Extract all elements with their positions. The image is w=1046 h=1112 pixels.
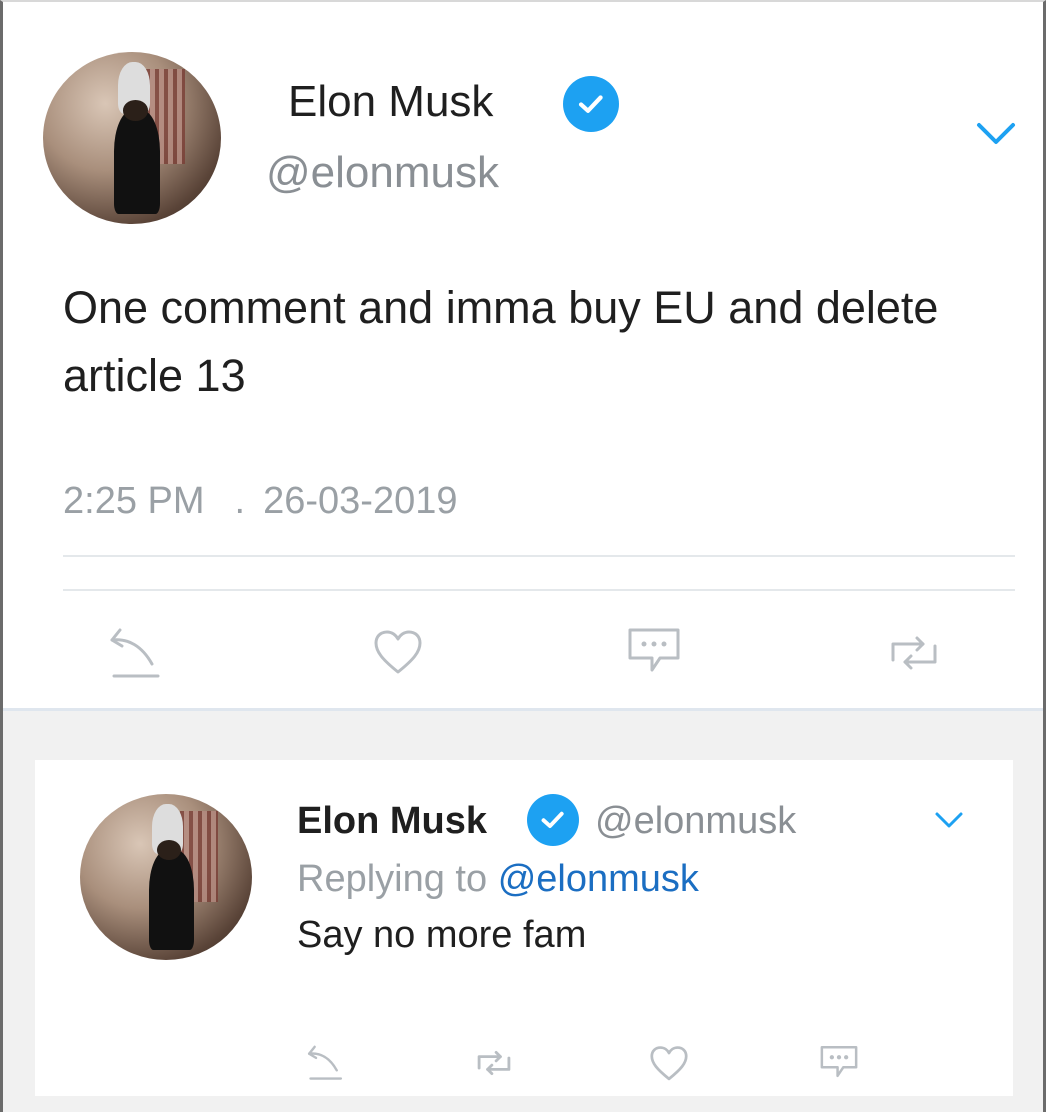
comment-icon[interactable] — [626, 626, 682, 678]
replying-prefix: Replying to — [297, 858, 488, 900]
author-name[interactable]: Elon Musk — [288, 77, 493, 127]
like-icon[interactable] — [649, 1046, 689, 1082]
timestamp-separator: . — [234, 480, 246, 522]
verified-badge-icon — [527, 794, 579, 846]
reply-icon[interactable] — [106, 624, 164, 680]
main-tweet: Elon Musk @elonmusk One comment and imma… — [3, 2, 1043, 710]
comment-icon[interactable] — [819, 1044, 859, 1082]
avatar-person-figure — [114, 110, 161, 214]
tweet-text: One comment and imma buy EU and delete a… — [63, 282, 939, 401]
mention-link[interactable]: @elonmusk — [498, 858, 699, 900]
reply-icon[interactable] — [305, 1042, 345, 1082]
replying-to-line: Replying to @elonmusk — [297, 858, 699, 901]
tweet-timestamp: 2:25 PM. 26-03-2019 — [63, 480, 457, 523]
reply-tweet: Elon Musk @elonmusk Replying to @elonmus… — [35, 760, 1013, 1096]
reply-section: Elon Musk @elonmusk Replying to @elonmus… — [3, 711, 1043, 1112]
like-icon[interactable] — [373, 630, 423, 676]
reply-text: Say no more fam — [297, 914, 587, 956]
tweet-date: 26-03-2019 — [263, 480, 458, 522]
retweet-icon[interactable] — [883, 630, 945, 676]
author-name[interactable]: Elon Musk — [297, 800, 487, 843]
avatar-person-figure — [148, 850, 194, 951]
avatar-head — [123, 100, 148, 121]
author-handle[interactable]: @elonmusk — [595, 800, 796, 843]
chevron-down-icon[interactable] — [975, 120, 1017, 148]
divider-line — [63, 555, 1015, 557]
verified-badge-icon — [563, 76, 619, 132]
avatar[interactable] — [80, 794, 252, 960]
chevron-down-icon[interactable] — [933, 810, 965, 830]
author-handle[interactable]: @elonmusk — [266, 148, 499, 198]
retweet-icon[interactable] — [472, 1046, 516, 1080]
avatar[interactable] — [43, 52, 221, 224]
divider-line — [63, 589, 1015, 591]
tweet-time: 2:25 PM — [63, 480, 205, 522]
